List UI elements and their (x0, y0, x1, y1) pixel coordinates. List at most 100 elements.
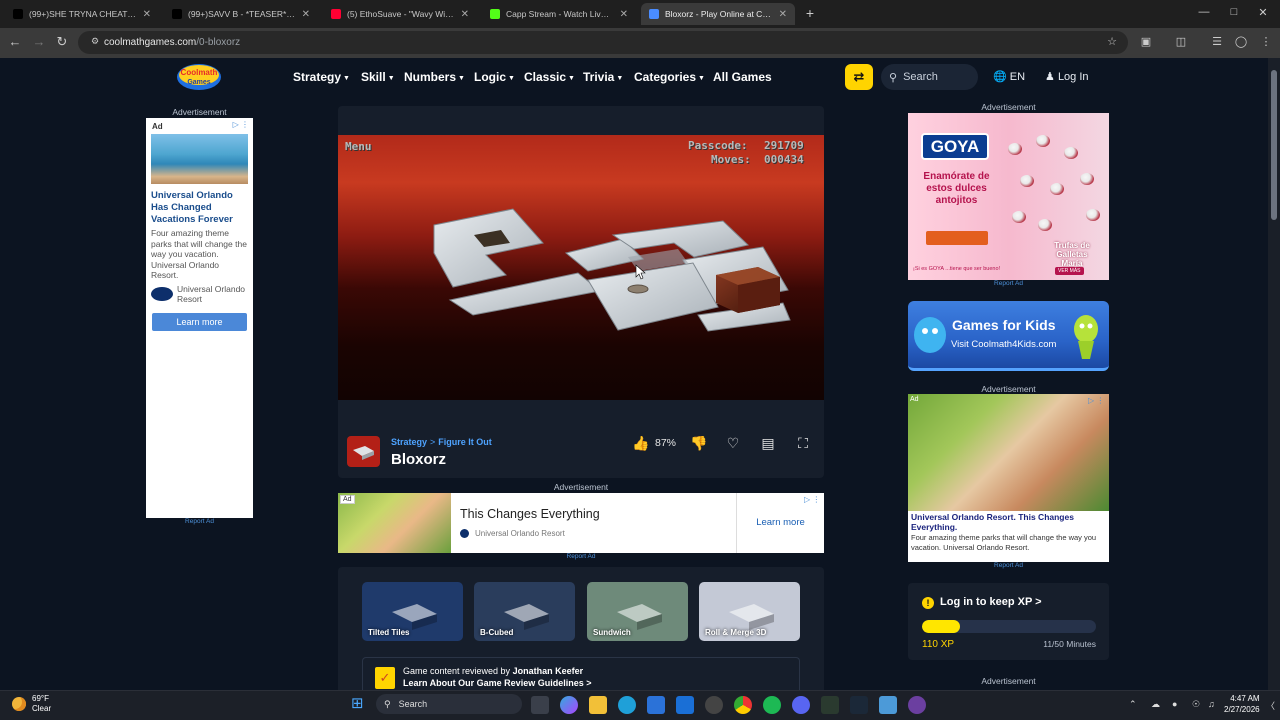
breadcrumb-subcategory[interactable]: Figure It Out (438, 437, 492, 447)
maximize-icon[interactable]: □ (1224, 6, 1244, 18)
edge-icon[interactable] (618, 696, 636, 714)
breadcrumb-category[interactable]: Strategy (391, 437, 427, 447)
forward-icon[interactable]: → (30, 34, 48, 49)
report-ad-link[interactable]: Report Ad (908, 280, 1109, 287)
login-button[interactable]: ♟ Log In (1045, 70, 1089, 83)
nav-item-all-games[interactable]: All Games (713, 70, 772, 84)
task-view-icon[interactable] (531, 696, 549, 714)
kids-promo-subtitle[interactable]: Visit Coolmath4Kids.com (951, 339, 1056, 350)
report-ad-link[interactable]: Report Ad (338, 553, 824, 560)
favorite-heart-icon[interactable]: ♡ (724, 435, 742, 452)
browser-tab[interactable]: (5) EthoSuave - "Wavy Wit Num ✕ (323, 3, 477, 25)
new-tab-button[interactable]: + (800, 5, 820, 23)
ad-image[interactable] (338, 493, 451, 553)
browser-tab[interactable]: (99+)SHE TRYNA CHEAT ON BI ✕ (5, 3, 159, 25)
browser-tab[interactable]: (99+)SAVV B - *TEASER* (Official ✕ (164, 3, 318, 25)
add-playlist-icon[interactable]: ▤ (759, 435, 777, 452)
nav-item-logic[interactable]: Logic ▼ (474, 70, 515, 84)
scrollbar-thumb[interactable] (1271, 70, 1277, 220)
microphone-icon[interactable]: ● (1172, 699, 1177, 709)
thumbs-up-icon[interactable]: 👍 (632, 435, 650, 452)
game-menu-button[interactable]: Menu (345, 140, 372, 153)
reviewer-name[interactable]: Jonathan Keefer (513, 666, 584, 676)
split-view-icon[interactable]: ◫ (1172, 35, 1190, 48)
nav-item-trivia[interactable]: Trivia ▼ (583, 70, 623, 84)
weather-widget[interactable]: 69°F Clear (12, 694, 51, 714)
goya-logo[interactable]: GOYA (921, 133, 989, 160)
nav-item-classic[interactable]: Classic ▼ (524, 70, 575, 84)
onedrive-icon[interactable]: ☁ (1151, 699, 1160, 710)
goya-ad[interactable]: GOYA Enamórate de estos dulces antojitos… (908, 113, 1109, 280)
spotify-icon[interactable] (763, 696, 781, 714)
ad-image[interactable] (908, 394, 1109, 511)
left-ad[interactable]: Ad ▷ ⋮ Universal Orlando Has Changed Vac… (146, 118, 253, 518)
tab-close-icon[interactable]: ✕ (620, 9, 628, 20)
taskbar-clock[interactable]: 4:47 AM 2/27/2026 (1224, 693, 1260, 715)
minimize-icon[interactable]: — (1194, 6, 1214, 18)
site-search-input[interactable]: ⚲ Search (881, 64, 978, 90)
nav-item-numbers[interactable]: Numbers ▼ (404, 70, 465, 84)
app-icon[interactable] (908, 696, 926, 714)
browser-menu-icon[interactable]: ⋮ (1257, 35, 1275, 48)
tab-close-icon[interactable]: ✕ (143, 9, 151, 20)
random-game-button[interactable]: ⇄ (845, 64, 873, 90)
ad-learn-more-button[interactable]: Learn more (152, 313, 247, 331)
related-game-card[interactable]: Roll & Merge 3D (699, 582, 800, 641)
ad-info-icon[interactable]: ▷ ⋮ (1088, 396, 1104, 405)
close-window-icon[interactable]: ✕ (1253, 6, 1273, 19)
report-ad-link[interactable]: Report Ad (908, 562, 1109, 569)
language-button[interactable]: 🌐 EN (993, 70, 1025, 83)
thumbs-down-icon[interactable]: 👎 (690, 435, 708, 452)
media-control-icon[interactable]: ☰ (1208, 35, 1226, 48)
windows-start-icon[interactable]: ⊞ (351, 695, 369, 713)
right-ad[interactable]: Ad ▷ ⋮ Universal Orlando Resort. This Ch… (908, 394, 1109, 562)
related-game-card[interactable]: B-Cubed (474, 582, 575, 641)
extensions-icon[interactable]: ▣ (1137, 35, 1155, 48)
bloxorz-board[interactable] (338, 135, 824, 400)
related-game-card[interactable]: Sundwich (587, 582, 688, 641)
chrome-icon[interactable] (734, 696, 752, 714)
kids-promo-title[interactable]: Games for Kids (952, 317, 1055, 333)
outlook-icon[interactable] (676, 696, 694, 714)
wifi-icon[interactable]: ☉ (1192, 699, 1200, 710)
browser-tab[interactable]: Capp Stream - Watch Live on K ✕ (482, 3, 636, 25)
address-bar[interactable]: coolmathgames.com/0-bloxorz (78, 31, 1128, 54)
notification-icon[interactable]: 〈 (1266, 699, 1275, 712)
nav-item-strategy[interactable]: Strategy ▼ (293, 70, 350, 84)
coolmath-logo[interactable]: Coolmath Games (176, 63, 222, 91)
banner-ad[interactable]: Ad ▷ ⋮ This Changes Everything Universal… (338, 493, 824, 553)
steam-icon[interactable] (850, 696, 868, 714)
nav-item-categories[interactable]: Categories ▼ (634, 70, 705, 84)
browser-tab[interactable]: Bloxorz - Play Online at Cool ✕ (641, 3, 795, 25)
review-guidelines-link[interactable]: Learn About Our Game Review Guidelines > (403, 678, 592, 688)
ad-learn-more-button[interactable]: Learn more (736, 493, 824, 553)
ad-headline[interactable]: Universal Orlando Resort. This Changes E… (911, 512, 1107, 532)
file-explorer-icon[interactable] (589, 696, 607, 714)
site-info-icon[interactable]: ⚙ (86, 36, 104, 47)
reload-icon[interactable]: ↻ (53, 34, 71, 50)
xp-login-link[interactable]: Log in to keep XP > (940, 596, 1042, 608)
ad-info-icon[interactable]: ▷ ⋮ (233, 120, 249, 129)
github-icon[interactable] (705, 696, 723, 714)
taskbar-search[interactable]: ⚲ Search (376, 694, 522, 714)
volume-icon[interactable]: ♫ (1208, 699, 1215, 709)
notepad-icon[interactable] (879, 696, 897, 714)
xbox-icon[interactable] (821, 696, 839, 714)
goya-cta-button[interactable]: VER MÁS (1055, 267, 1084, 275)
copilot-icon[interactable] (560, 696, 578, 714)
bookmark-star-icon[interactable]: ☆ (1103, 35, 1121, 48)
chevron-up-icon[interactable]: ⌃ (1129, 699, 1137, 710)
related-game-card[interactable]: Tilted Tiles (362, 582, 463, 641)
tab-close-icon[interactable]: ✕ (302, 9, 310, 20)
ad-headline[interactable]: This Changes Everything (460, 507, 600, 521)
report-ad-link[interactable]: Report Ad (146, 518, 253, 525)
store-icon[interactable] (647, 696, 665, 714)
back-icon[interactable]: ← (6, 34, 24, 49)
game-canvas[interactable]: Menu Passcode: 291709 Moves: 000434 (338, 135, 824, 400)
ad-headline[interactable]: Universal Orlando Has Changed Vacations … (151, 190, 249, 226)
tab-close-icon[interactable]: ✕ (461, 9, 469, 20)
tab-close-icon[interactable]: ✕ (779, 9, 787, 20)
ad-image[interactable] (151, 134, 248, 184)
games-for-kids-promo[interactable]: Games for Kids Visit Coolmath4Kids.com (908, 301, 1109, 371)
profile-icon[interactable]: ◯ (1232, 35, 1250, 48)
